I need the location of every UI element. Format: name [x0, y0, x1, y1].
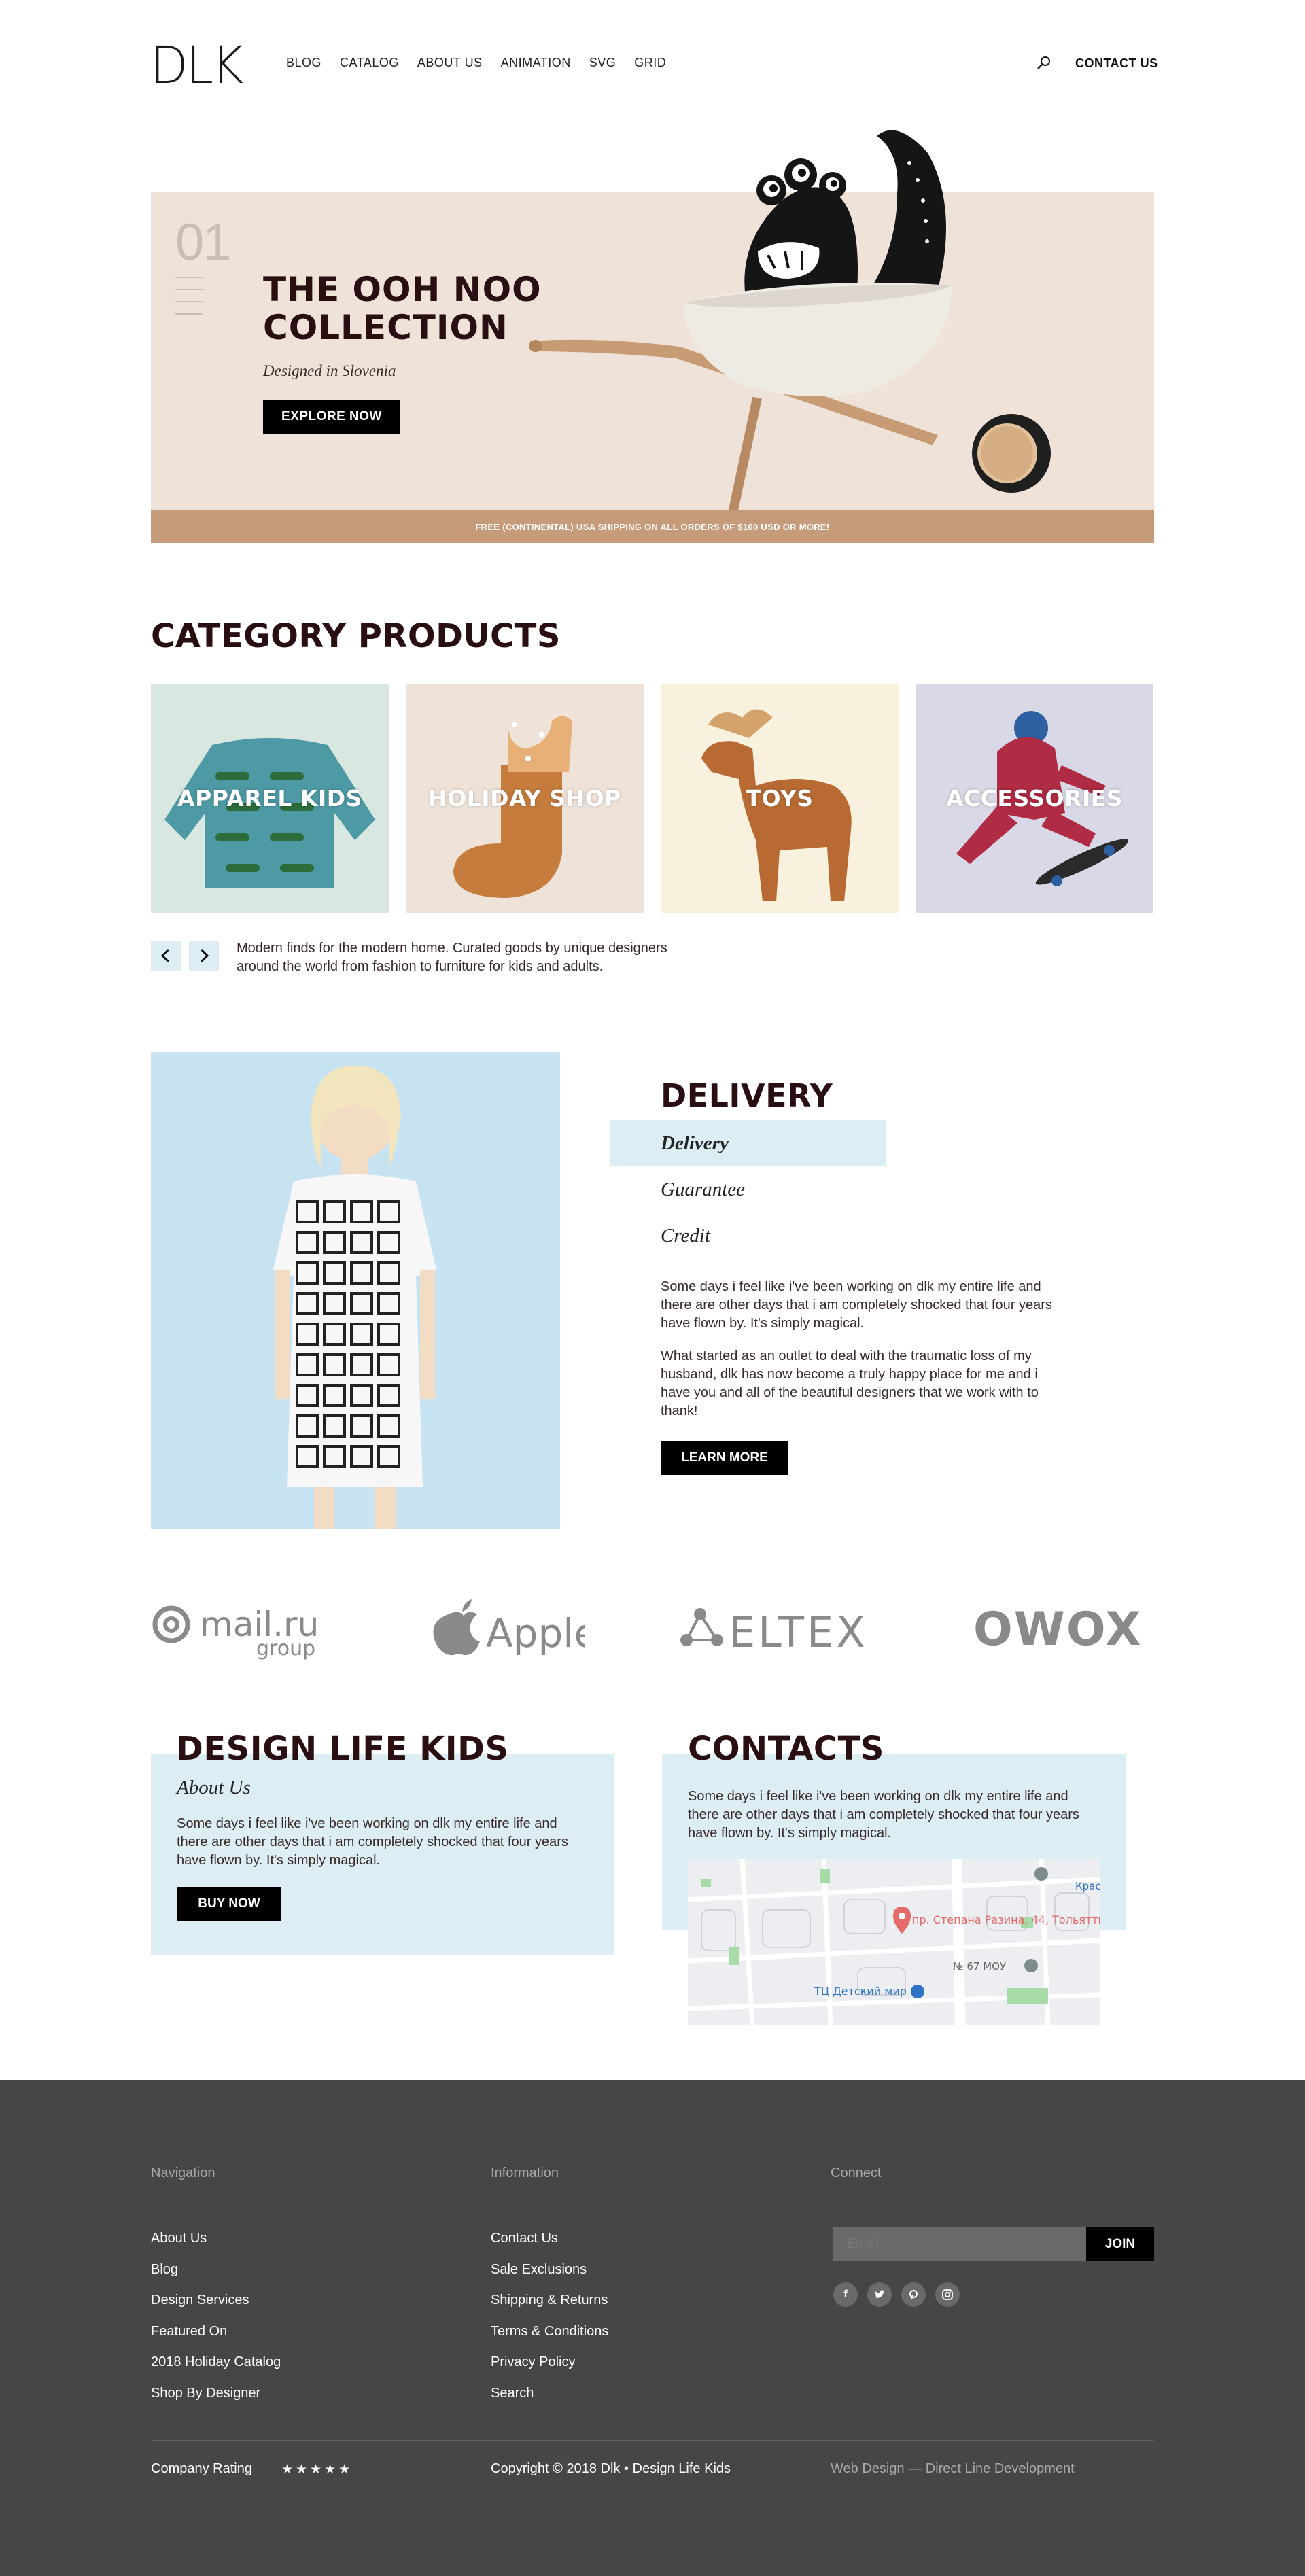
tab-guarantee[interactable]: Guarantee: [610, 1166, 886, 1213]
nav-about-us[interactable]: ABOUT US: [417, 56, 483, 70]
map-address-label: пр. Степана Разина, 44, Тольятти,: [912, 1913, 1100, 1926]
apple-logo[interactable]: Apple: [421, 1594, 598, 1662]
chevron-right-icon: [200, 948, 209, 963]
facebook-icon[interactable]: f: [833, 2282, 858, 2307]
category-card-toys[interactable]: TOYS: [661, 684, 899, 913]
delivery-paragraph-2: What started as an outlet to deal with t…: [661, 1348, 1039, 1418]
footer-link-holiday-catalog[interactable]: 2018 Holiday Catalog: [151, 2354, 281, 2370]
contacts-paragraph: Some days i feel like i've been working …: [688, 1789, 1079, 1841]
learn-more-button[interactable]: LEARN MORE: [661, 1441, 788, 1475]
wheelbarrow-monster-image: [529, 130, 1051, 512]
footer-heading-information: Information: [491, 2165, 559, 2180]
footer-link-featured-on[interactable]: Featured On: [151, 2324, 227, 2339]
instagram-icon[interactable]: [935, 2282, 960, 2307]
twitter-icon[interactable]: [867, 2282, 892, 2307]
chevron-left-icon: [160, 948, 170, 963]
footer-heading-navigation: Navigation: [151, 2165, 215, 2180]
category-card-holiday-shop[interactable]: HOLIDAY SHOP: [406, 684, 644, 913]
apple-text: Apple: [486, 1610, 585, 1656]
search-icon[interactable]: [1036, 54, 1052, 71]
contacts-title: CONTACTS: [688, 1730, 884, 1768]
slide-indicator[interactable]: [175, 277, 203, 326]
eltex-logo[interactable]: ELTEX: [680, 1594, 877, 1662]
copyright-text: Copyright © 2018 Dlk • Design Life Kids: [491, 2461, 731, 2476]
mailru-sub-text: group: [256, 1637, 315, 1660]
footer-link-privacy-policy[interactable]: Privacy Policy: [491, 2354, 575, 2370]
about-subtitle: About Us: [177, 1777, 251, 1798]
explore-now-button[interactable]: EXPLORE NOW: [263, 400, 400, 434]
delivery-title: DELIVERY: [661, 1077, 833, 1114]
category-title: CATEGORY PRODUCTS: [151, 617, 561, 655]
shipping-banner: FREE (CONTINENTAL) USA SHIPPING ON ALL O…: [151, 510, 1154, 543]
nav-blog[interactable]: BLOG: [286, 56, 321, 70]
tab-credit[interactable]: Credit: [610, 1213, 886, 1259]
owox-logo[interactable]: OWOX: [972, 1594, 1155, 1662]
nav-grid[interactable]: GRID: [634, 56, 666, 70]
footer-heading-connect: Connect: [831, 2165, 882, 2180]
model-photo: [151, 1052, 560, 1529]
contact-us-link[interactable]: CONTACT US: [1075, 56, 1158, 71]
mailru-logo[interactable]: mail.ru group: [151, 1594, 321, 1662]
slide-number: 01: [175, 213, 232, 271]
nav-svg[interactable]: SVG: [589, 56, 616, 70]
category-label: APPAREL KIDS: [177, 785, 362, 812]
footer-link-about-us[interactable]: About Us: [151, 2231, 207, 2246]
map-school-label: № 67 МОУ: [953, 1960, 1006, 1972]
footer-link-sale-exclusions[interactable]: Sale Exclusions: [491, 2262, 587, 2278]
hero-subtitle: Designed in Slovenia: [263, 362, 396, 379]
email-input[interactable]: [833, 2227, 1086, 2261]
footer-link-search[interactable]: Search: [491, 2386, 534, 2401]
eltex-text: ELTEX: [729, 1607, 868, 1657]
rating-stars: ★★★★★: [281, 2462, 353, 2477]
footer-link-shipping-returns[interactable]: Shipping & Returns: [491, 2293, 608, 2308]
category-label: ACCESSORIES: [945, 785, 1124, 812]
category-label: TOYS: [746, 785, 814, 812]
map-corner-label: Крас: [1075, 1880, 1100, 1892]
delivery-paragraph-1: Some days i feel like i've been working …: [661, 1279, 1052, 1331]
location-map[interactable]: пр. Степана Разина, 44, Тольятти, № 67 М…: [688, 1859, 1100, 2025]
pinterest-icon[interactable]: [901, 2282, 926, 2307]
footer-link-design-services[interactable]: Design Services: [151, 2293, 249, 2308]
nav-catalog[interactable]: CATALOG: [340, 56, 399, 70]
owox-text: OWOX: [973, 1603, 1143, 1656]
join-button[interactable]: JOIN: [1086, 2227, 1154, 2261]
category-label: HOLIDAY SHOP: [428, 785, 621, 812]
footer-link-contact-us[interactable]: Contact Us: [491, 2231, 558, 2246]
about-title: DESIGN LIFE KIDS: [176, 1730, 509, 1768]
map-mall-label: ТЦ Детский мир: [814, 1985, 907, 1998]
footer-link-terms[interactable]: Terms & Conditions: [491, 2324, 608, 2339]
main-nav: BLOG CATALOG ABOUT US ANIMATION SVG GRID: [286, 56, 666, 70]
company-rating-label: Company Rating: [151, 2461, 252, 2476]
category-card-accessories[interactable]: ACCESSORIES: [916, 684, 1153, 913]
site-logo[interactable]: DLK: [150, 39, 243, 91]
credit-link[interactable]: Web Design — Direct Line Development: [831, 2461, 1075, 2477]
category-description: Modern finds for the modern home. Curate…: [237, 941, 667, 974]
category-card-apparel-kids[interactable]: APPAREL KIDS: [151, 684, 389, 913]
footer-link-shop-by-designer[interactable]: Shop By Designer: [151, 2386, 260, 2401]
buy-now-button[interactable]: BUY NOW: [177, 1887, 281, 1921]
next-arrow-button[interactable]: [189, 941, 219, 971]
about-paragraph: Some days i feel like i've been working …: [177, 1816, 568, 1868]
nav-animation[interactable]: ANIMATION: [501, 56, 571, 70]
tab-delivery[interactable]: Delivery: [610, 1120, 886, 1166]
prev-arrow-button[interactable]: [151, 941, 181, 971]
divider: [151, 2440, 1154, 2441]
footer-link-blog[interactable]: Blog: [151, 2262, 178, 2278]
